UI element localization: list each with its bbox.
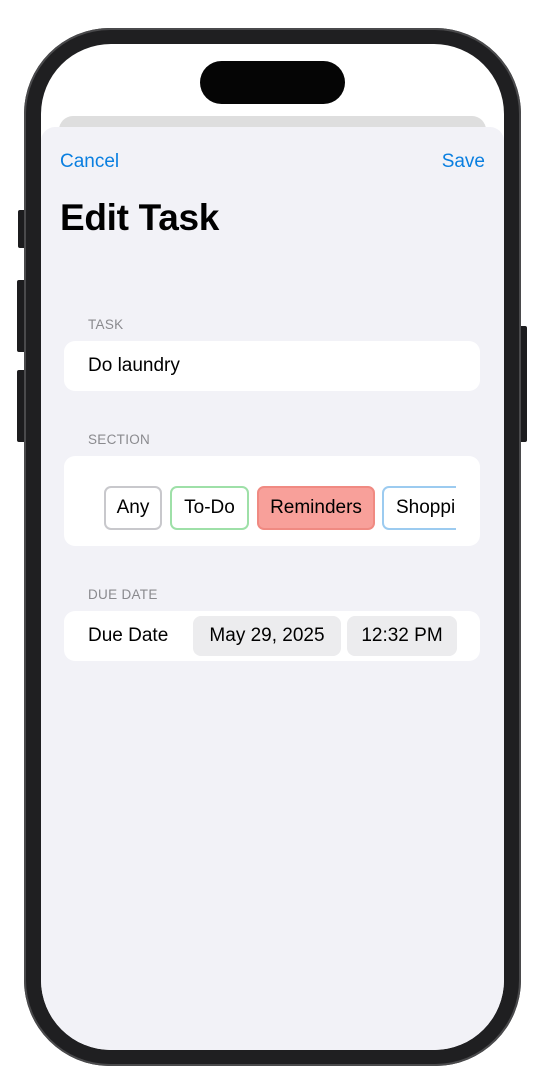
page-title: Edit Task: [60, 197, 220, 238]
date-picker-button[interactable]: May 29, 2025: [193, 616, 341, 656]
section-chip-scroller[interactable]: Any To-Do Reminders Shoppi: [104, 486, 456, 534]
dynamic-island: [200, 61, 345, 104]
edit-task-sheet: Cancel Save Edit Task TASK Do laundry SE…: [41, 127, 504, 1050]
stage: Cancel Save Edit Task TASK Do laundry SE…: [0, 0, 545, 1080]
time-picker-button[interactable]: 12:32 PM: [347, 616, 457, 656]
task-section-label: TASK: [88, 317, 124, 332]
save-button[interactable]: Save: [442, 151, 485, 173]
section-chip-any[interactable]: Any: [104, 486, 162, 530]
cancel-button[interactable]: Cancel: [60, 151, 119, 173]
due-date-section-label: DUE DATE: [88, 587, 158, 602]
task-card: Do laundry: [64, 341, 480, 391]
phone-frame: Cancel Save Edit Task TASK Do laundry SE…: [24, 28, 521, 1066]
section-chip-reminders[interactable]: Reminders: [257, 486, 375, 530]
screen: Cancel Save Edit Task TASK Do laundry SE…: [41, 44, 504, 1050]
section-card: Any To-Do Reminders Shoppi: [64, 456, 480, 546]
due-date-card: Due Date May 29, 2025 12:32 PM: [64, 611, 480, 661]
section-chip-to-do[interactable]: To-Do: [170, 486, 249, 530]
section-section-label: SECTION: [88, 432, 151, 447]
due-date-label: Due Date: [88, 625, 169, 646]
task-field[interactable]: Do laundry: [88, 355, 180, 377]
section-chip-shopping[interactable]: Shoppi: [382, 486, 456, 530]
